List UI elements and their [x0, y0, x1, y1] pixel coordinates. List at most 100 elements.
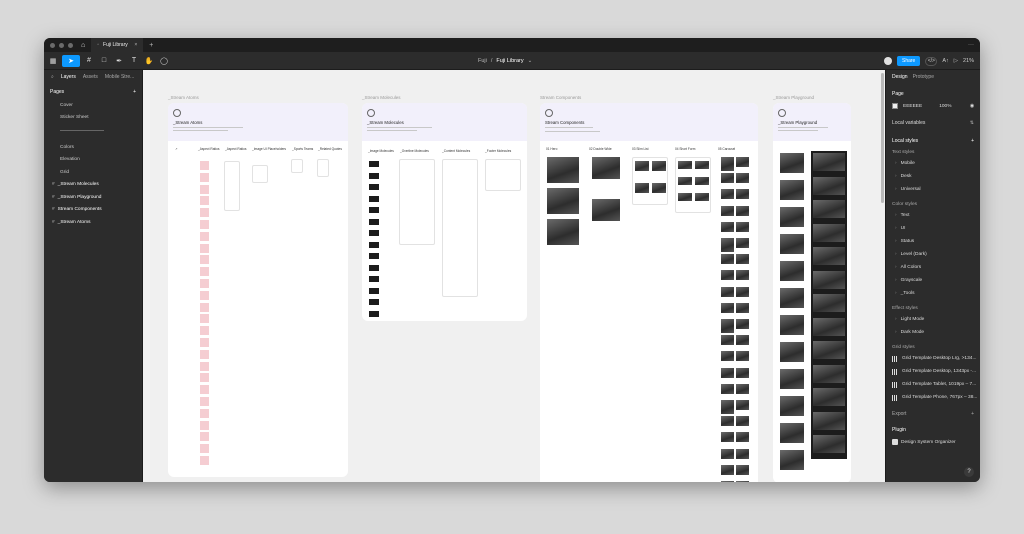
present-icon[interactable]: ▷ [954, 58, 958, 64]
page-fill-hex[interactable]: EEEEEE [903, 104, 922, 109]
grid-style-item[interactable]: Grid Template Tablet, 1019px – 7... [886, 378, 980, 391]
style-group-item[interactable]: › Text [886, 209, 980, 222]
plugin-item[interactable]: Design System Organizer [886, 436, 980, 448]
add-page-button[interactable]: + [133, 89, 136, 95]
dev-mode-toggle[interactable]: </> [925, 56, 938, 66]
breadcrumb-team[interactable]: Fuji [478, 58, 487, 64]
column-title: _Related Quotes [318, 147, 342, 151]
share-button[interactable]: Share [896, 56, 921, 66]
image-molecule-thumb [369, 241, 379, 248]
description-line [367, 127, 432, 128]
search-icon[interactable]: ⌕ [51, 74, 54, 80]
export-header[interactable]: Export + [886, 408, 980, 420]
move-tool-icon[interactable]: ➤ [62, 54, 80, 67]
main-menu-icon[interactable]: ▦ [47, 55, 59, 67]
style-group-item[interactable]: › Dark Mode [886, 326, 980, 339]
page-item[interactable]: Elevation [44, 154, 142, 167]
carousel-thumb [721, 481, 734, 482]
style-group-item[interactable]: › All Colors [886, 261, 980, 274]
frame-label[interactable]: _Stream Molecules [362, 95, 401, 100]
local-variables-row[interactable]: Local variables ⇅ [886, 117, 980, 129]
grid-style-item[interactable]: Grid Template Desktop, 1343px -... [886, 365, 980, 378]
style-group-item[interactable]: › Grayscale [886, 274, 980, 287]
maximize-window-dot[interactable] [68, 42, 73, 48]
pen-tool-icon[interactable]: ✒ [113, 55, 125, 67]
left-panel-tabs: ⌕ Layers Assets Mobile Stre... [44, 70, 142, 84]
text-tool-icon[interactable]: T [128, 55, 140, 67]
tab-mobile-stream[interactable]: Mobile Stre... [105, 74, 134, 80]
style-group-item[interactable]: › Universal [886, 183, 980, 196]
grid-style-item[interactable]: Grid Template Desktop Lrg, >134... [886, 352, 980, 365]
grid-style-item[interactable]: Grid Template Phone, 767px – 38... [886, 391, 980, 404]
more-options-icon[interactable]: ··· [968, 42, 974, 48]
page-item[interactable]: Grid [44, 166, 142, 179]
frame-stream-playground[interactable]: _Stream Playground [773, 103, 851, 482]
zoom-level[interactable]: 21% [963, 58, 974, 64]
frame-stream-atoms[interactable]: _Stream Atoms ↗ _Aspect Ratios _Aspect R… [168, 103, 348, 477]
chevron-down-icon[interactable]: ⌄ [528, 58, 533, 64]
tab-assets[interactable]: Assets [83, 74, 98, 80]
home-icon[interactable]: ⌂ [81, 42, 85, 49]
avatar[interactable] [883, 57, 892, 65]
help-button[interactable]: ? [964, 467, 974, 477]
carousel-thumb [736, 173, 749, 184]
style-group-item[interactable]: › Light Mode [886, 313, 980, 326]
tab-prototype[interactable]: Prototype [913, 74, 934, 80]
variables-settings-icon[interactable]: ⇅ [970, 120, 974, 126]
frame-label[interactable]: Stream Components [540, 95, 581, 100]
page-fill-row[interactable]: EEEEEE 100% ◉ [886, 100, 980, 112]
style-group-item[interactable]: › Desk [886, 170, 980, 183]
page-item[interactable]: Sticker Sheet [44, 112, 142, 125]
shape-tool-icon[interactable]: □ [98, 55, 110, 67]
style-group-item[interactable]: › Status [886, 235, 980, 248]
image-molecule-thumb [369, 218, 379, 225]
page-fill-opacity[interactable]: 100% [939, 104, 951, 109]
add-export-button[interactable]: + [971, 411, 974, 417]
eye-icon[interactable]: ◉ [970, 104, 974, 109]
add-style-button[interactable]: + [971, 138, 974, 144]
frame-label[interactable]: _Stream Atoms [168, 95, 199, 100]
layer-item[interactable]: # _Stream Molecules [44, 179, 142, 192]
tab-close-icon[interactable]: × [134, 42, 137, 48]
layer-item[interactable]: # Stream Components [44, 204, 142, 217]
new-tab-button[interactable]: + [149, 42, 153, 49]
style-group-item[interactable]: › Mobile [886, 157, 980, 170]
tab-layers[interactable]: Layers [61, 74, 76, 80]
hero-thumb [547, 188, 579, 214]
description-line [545, 127, 593, 128]
frame-stream-components[interactable]: Stream Components 01 Hero 02 Double Wide… [540, 103, 758, 482]
image-molecule-thumb [369, 299, 379, 305]
carousel-thumb [721, 400, 734, 414]
breadcrumb: Fuji / Fuji Library ⌄ [478, 52, 532, 70]
logo-icon [367, 109, 375, 117]
minimize-window-dot[interactable] [59, 42, 64, 48]
app-window: ⌂ ▫ Fuji Library × + ··· ▦ ➤ # □ ✒ T ✋ ◯… [44, 38, 980, 482]
playground-dark-thumb [813, 341, 845, 359]
color-swatch[interactable] [892, 103, 898, 109]
playground-dark-thumb [813, 317, 845, 336]
carousel-thumb [736, 238, 749, 248]
frame-stream-molecules[interactable]: _Stream Molecules _Image Molecules _Over… [362, 103, 527, 321]
style-group-item[interactable]: › UI [886, 222, 980, 235]
file-name[interactable]: Fuji Library [496, 58, 523, 64]
style-group-item[interactable]: › _Tools [886, 287, 980, 300]
close-window-dot[interactable] [50, 42, 55, 48]
window-controls[interactable] [50, 42, 73, 48]
aspect-ratio-swatch [200, 314, 209, 324]
style-group-item[interactable]: › Level (Dark) [886, 248, 980, 261]
frame-label[interactable]: _Stream Playground [773, 95, 814, 100]
layer-item[interactable]: # _Stream Atoms [44, 216, 142, 229]
comment-tool-icon[interactable]: ◯ [158, 55, 170, 67]
tab-design[interactable]: Design [892, 74, 908, 80]
vertical-scrollbar[interactable] [881, 73, 884, 203]
frame-tool-icon[interactable]: # [83, 55, 95, 67]
page-item[interactable]: Cover [44, 99, 142, 112]
layer-item[interactable]: # _Stream Playground [44, 191, 142, 204]
text-scale-icon[interactable]: A↑ [942, 58, 948, 64]
hand-tool-icon[interactable]: ✋ [143, 55, 155, 67]
aspect-ratio-swatch [200, 361, 209, 371]
page-item[interactable]: Colors [44, 141, 142, 154]
design-canvas[interactable]: _Stream Atoms _Stream Atoms ↗ _Aspect Ra… [143, 70, 885, 482]
tab-fuji-library[interactable]: ▫ Fuji Library × [91, 38, 144, 52]
playground-thumb [780, 207, 804, 227]
